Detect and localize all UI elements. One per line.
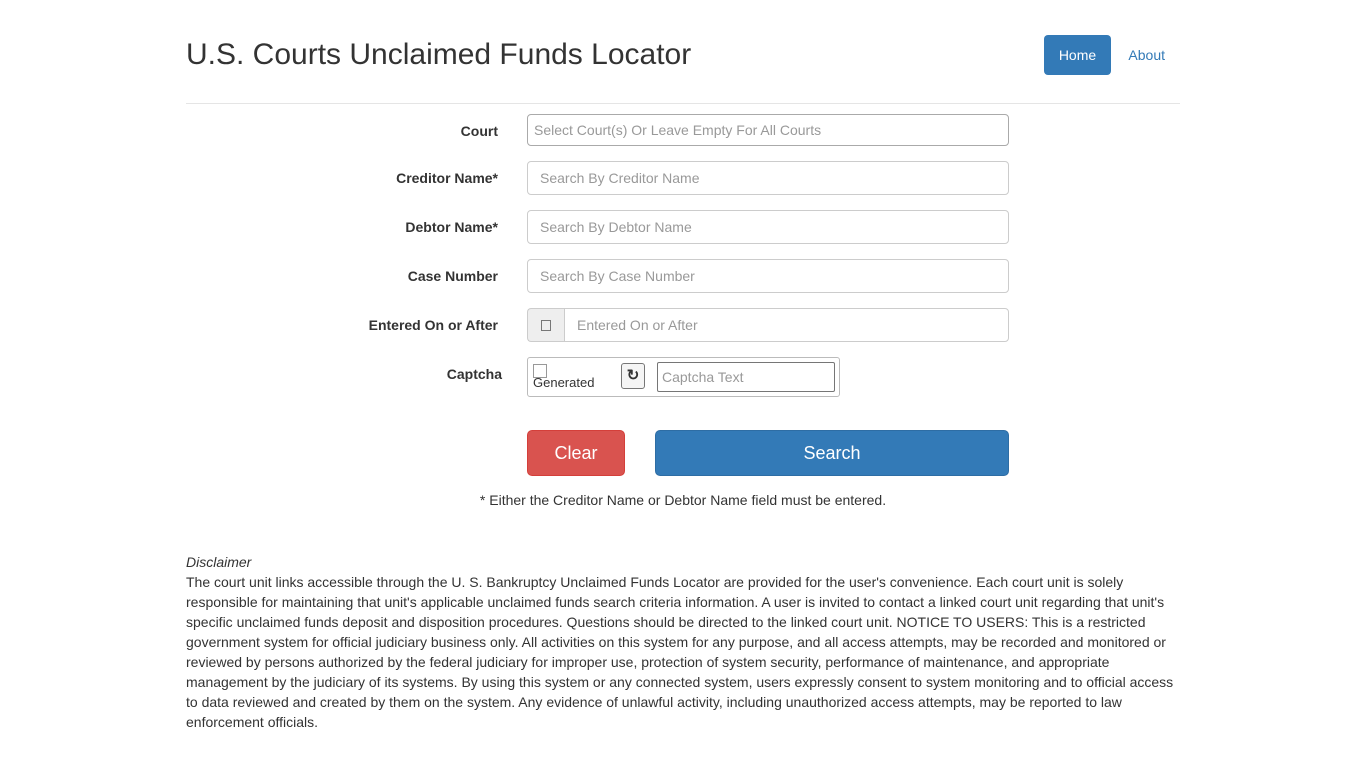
clear-button[interactable]: Clear: [527, 430, 625, 476]
captcha-label: Captcha: [446, 366, 502, 382]
court-label: Court: [460, 123, 498, 139]
nav-about-link[interactable]: About: [1128, 35, 1165, 75]
top-nav: Home About: [1010, 35, 1180, 75]
refresh-icon[interactable]: ↻: [621, 363, 645, 389]
creditor-name-label: Creditor Name*: [396, 170, 498, 186]
search-button[interactable]: Search: [655, 430, 1009, 476]
entered-on-input[interactable]: Entered On or After: [564, 308, 1009, 342]
debtor-name-label: Debtor Name*: [405, 219, 498, 235]
entered-on-group: Entered On or After: [527, 308, 1009, 342]
case-number-label: Case Number: [407, 268, 498, 284]
required-field-note: * Either the Creditor Name or Debtor Nam…: [479, 492, 887, 508]
court-select[interactable]: Select Court(s) Or Leave Empty For All C…: [527, 114, 1009, 146]
case-number-input[interactable]: Search By Case Number: [527, 259, 1009, 293]
disclaimer-body: The court unit links accessible through …: [186, 574, 1174, 730]
page-title: U.S. Courts Unclaimed Funds Locator: [186, 38, 692, 71]
captcha-input[interactable]: Captcha Text: [657, 362, 835, 392]
creditor-name-input[interactable]: Search By Creditor Name: [527, 161, 1009, 195]
calendar-icon[interactable]: [527, 308, 564, 342]
captcha-box: Generated ↻ Captcha Text: [527, 357, 840, 397]
page-header: U.S. Courts Unclaimed Funds Locator Home…: [186, 0, 1180, 104]
debtor-name-input[interactable]: Search By Debtor Name: [527, 210, 1009, 244]
entered-on-label: Entered On or After: [368, 317, 498, 333]
disclaimer-title: Disclaimer: [186, 554, 252, 570]
nav-home-link[interactable]: Home: [1044, 35, 1111, 75]
disclaimer: Disclaimer The court unit links accessib…: [186, 552, 1180, 732]
captcha-image: Generated: [533, 362, 621, 392]
broken-image-icon: [533, 364, 547, 378]
